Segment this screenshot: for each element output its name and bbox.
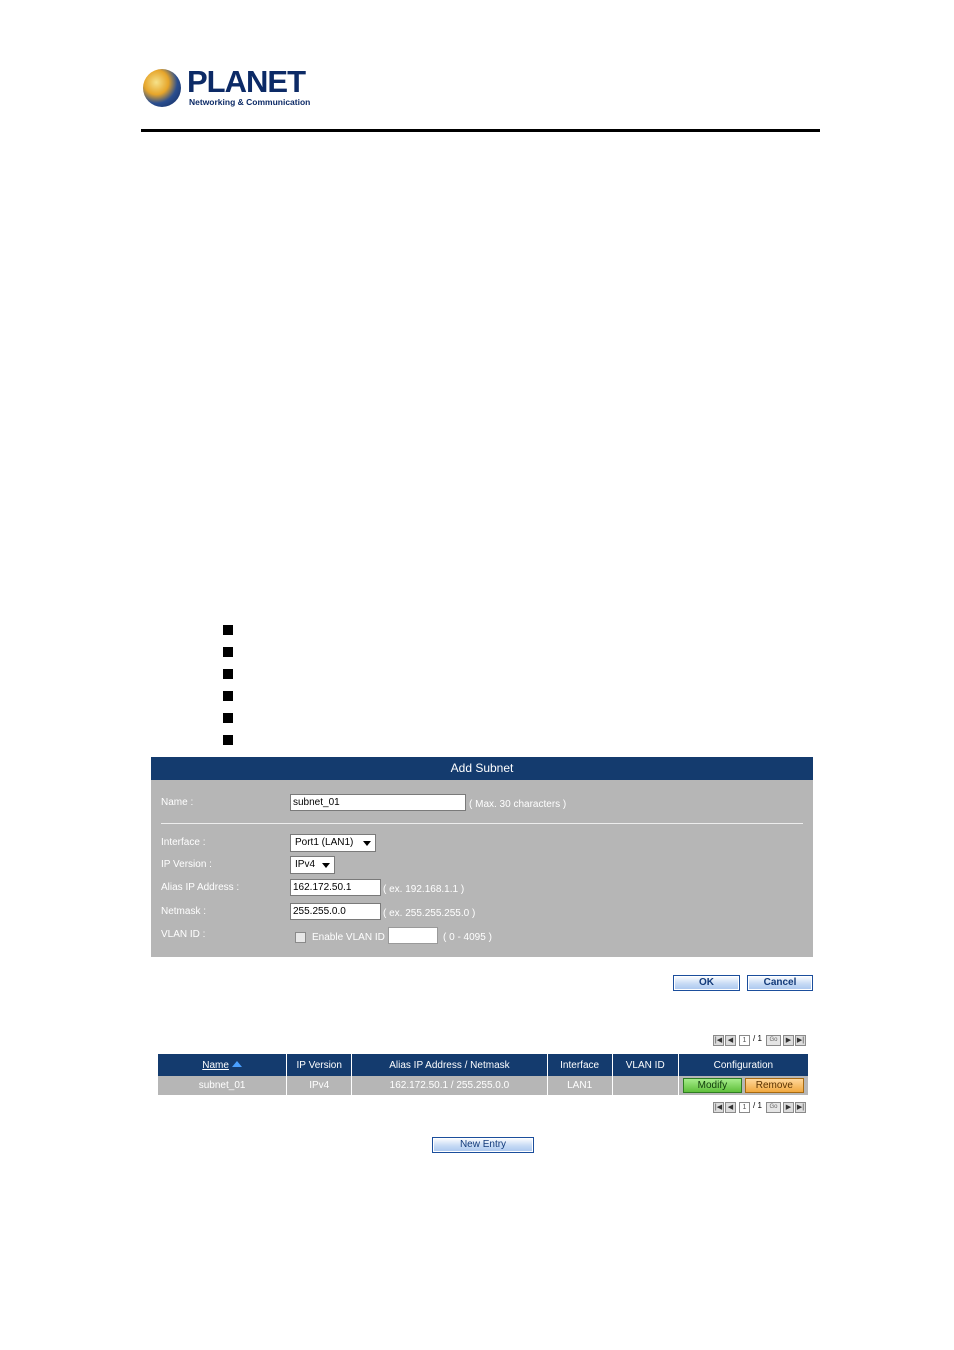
square-bullet-icon: [223, 625, 233, 635]
enable-vlan-checkbox[interactable]: [295, 932, 306, 943]
alias-ip-input[interactable]: 162.172.50.1: [290, 879, 381, 896]
page-total: / 1: [753, 1101, 762, 1110]
cell-vlan-id: [612, 1076, 679, 1095]
go-button[interactable]: Go: [766, 1035, 781, 1046]
column-ip-version-header: IP Version: [286, 1054, 353, 1076]
vlan-id-label: VLAN ID :: [161, 929, 206, 940]
netmask-hint: ( ex. 255.255.255.0 ): [383, 908, 476, 919]
interface-select[interactable]: Port1 (LAN1): [290, 834, 376, 852]
first-page-icon[interactable]: |◀: [713, 1102, 724, 1113]
modify-button[interactable]: Modify: [682, 1078, 742, 1093]
go-button[interactable]: Go: [766, 1102, 781, 1113]
table-header-row: Name IP Version Alias IP Address / Netma…: [158, 1054, 808, 1076]
ok-button[interactable]: OK: [673, 975, 740, 991]
add-subnet-panel: Add Subnet Name : subnet_01 ( Max. 30 ch…: [151, 757, 813, 957]
name-label: Name :: [161, 797, 194, 808]
sort-ascending-icon: [231, 1060, 242, 1067]
pager-bottom: |◀ ◀ 1 / 1 Go ▶ ▶|: [713, 1101, 808, 1114]
interface-select-value: Port1 (LAN1): [295, 837, 354, 848]
cell-configuration: Modify Remove: [678, 1076, 808, 1095]
column-alias-header: Alias IP Address / Netmask: [351, 1054, 548, 1076]
ip-version-label: IP Version :: [161, 859, 212, 870]
cell-name: subnet_01: [158, 1076, 288, 1095]
pager-top: |◀ ◀ 1 / 1 Go ▶ ▶|: [713, 1034, 808, 1047]
first-page-icon[interactable]: |◀: [713, 1035, 724, 1046]
square-bullet-icon: [223, 691, 233, 701]
chevron-down-icon: [322, 863, 330, 868]
ip-version-select[interactable]: IPv4: [290, 856, 335, 874]
header-divider: [141, 129, 820, 132]
panel-title: Add Subnet: [151, 757, 813, 780]
netmask-input[interactable]: 255.255.0.0: [290, 903, 381, 920]
table-row: subnet_01 IPv4 162.172.50.1 / 255.255.0.…: [158, 1076, 808, 1095]
column-interface-header: Interface: [547, 1054, 613, 1076]
prev-page-icon[interactable]: ◀: [725, 1035, 736, 1046]
subnet-table: Name IP Version Alias IP Address / Netma…: [158, 1054, 808, 1095]
vlan-id-hint: ( 0 - 4095 ): [443, 932, 492, 943]
square-bullet-icon: [223, 647, 233, 657]
brand-tagline: Networking & Communication: [189, 97, 311, 107]
column-vlan-header: VLAN ID: [612, 1054, 679, 1076]
square-bullet-icon: [223, 669, 233, 679]
name-hint: ( Max. 30 characters ): [469, 799, 567, 810]
vlan-id-input[interactable]: [388, 927, 438, 944]
prev-page-icon[interactable]: ◀: [725, 1102, 736, 1113]
cell-interface: LAN1: [547, 1076, 613, 1095]
page-number-input[interactable]: 1: [739, 1035, 750, 1046]
bullet-list: [223, 625, 233, 757]
column-name-header[interactable]: Name: [158, 1054, 288, 1076]
alias-ip-label: Alias IP Address :: [161, 882, 240, 893]
cancel-button[interactable]: Cancel: [747, 975, 813, 991]
interface-label: Interface :: [161, 837, 206, 848]
next-page-icon[interactable]: ▶: [783, 1035, 794, 1046]
new-entry-button[interactable]: New Entry: [432, 1137, 534, 1153]
name-input[interactable]: subnet_01: [290, 794, 466, 811]
planet-logo: PLANET Networking & Communication: [143, 64, 313, 110]
alias-ip-hint: ( ex. 192.168.1.1 ): [383, 884, 465, 895]
brand-name: PLANET: [187, 64, 306, 99]
form-divider: [161, 823, 803, 824]
square-bullet-icon: [223, 735, 233, 745]
column-configuration-header: Configuration: [678, 1054, 808, 1076]
column-name-label[interactable]: Name: [202, 1060, 229, 1071]
remove-button[interactable]: Remove: [744, 1078, 804, 1093]
cell-alias: 162.172.50.1 / 255.255.0.0: [351, 1076, 548, 1095]
ip-version-select-value: IPv4: [295, 859, 316, 870]
netmask-label: Netmask :: [161, 906, 207, 917]
page-total: / 1: [753, 1034, 762, 1043]
next-page-icon[interactable]: ▶: [783, 1102, 794, 1113]
globe-logo-icon: [143, 69, 181, 107]
last-page-icon[interactable]: ▶|: [795, 1035, 806, 1046]
cell-ip-version: IPv4: [286, 1076, 353, 1095]
square-bullet-icon: [223, 713, 233, 723]
last-page-icon[interactable]: ▶|: [795, 1102, 806, 1113]
chevron-down-icon: [363, 841, 371, 846]
enable-vlan-label: Enable VLAN ID: [312, 932, 385, 943]
page-number-input[interactable]: 1: [739, 1102, 750, 1113]
